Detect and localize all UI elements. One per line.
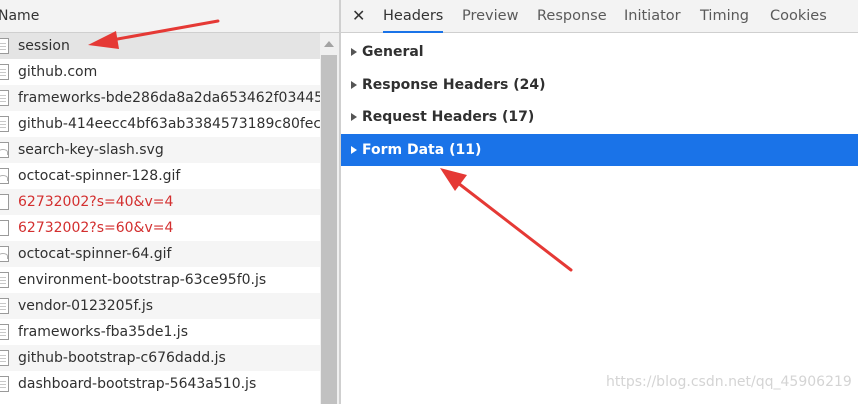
request-name: 62732002?s=60&v=4 (18, 220, 174, 236)
request-list-scrollbar[interactable] (320, 33, 339, 404)
request-name: 62732002?s=40&v=4 (18, 194, 174, 210)
request-row[interactable]: vendor-0123205f.js (0, 293, 320, 319)
request-row[interactable]: 62732002?s=40&v=4 (0, 189, 320, 215)
close-icon[interactable]: ✕ (352, 6, 365, 25)
request-row[interactable]: search-key-slash.svg (0, 137, 320, 163)
image-icon (0, 142, 9, 158)
request-row[interactable]: frameworks-fba35de1.js (0, 319, 320, 345)
section-response-headers[interactable]: Response Headers (24) (341, 69, 858, 101)
details-tab-bar: ✕ Headers Preview Response Initiator Tim… (341, 0, 858, 33)
request-name: github-414eecc4bf63ab3384573189c80fecac. (18, 116, 320, 132)
request-details-panel: ✕ Headers Preview Response Initiator Tim… (341, 0, 858, 404)
blank-file-icon (0, 220, 9, 236)
tab-cookies[interactable]: Cookies (770, 0, 827, 33)
document-icon (0, 272, 9, 288)
blank-file-icon (0, 194, 9, 210)
expand-triangle-icon (351, 113, 357, 121)
tab-preview[interactable]: Preview (462, 0, 518, 33)
request-row[interactable]: octocat-spinner-64.gif (0, 241, 320, 267)
request-name: vendor-0123205f.js (18, 298, 154, 314)
request-name: frameworks-bde286da8a2da653462f03445b9 (18, 90, 320, 106)
scroll-up-arrow-icon[interactable] (324, 41, 334, 47)
tab-timing[interactable]: Timing (700, 0, 749, 33)
name-column-label: Name (0, 8, 40, 24)
tab-initiator[interactable]: Initiator (624, 0, 681, 33)
document-icon (0, 38, 9, 54)
request-name: github-bootstrap-c676dadd.js (18, 350, 226, 366)
request-name: frameworks-fba35de1.js (18, 324, 188, 340)
request-name: search-key-slash.svg (18, 142, 164, 158)
section-general[interactable]: General (341, 36, 858, 68)
request-name: dashboard-bootstrap-5643a510.js (18, 376, 257, 392)
image-icon (0, 168, 9, 184)
document-icon (0, 64, 9, 80)
document-icon (0, 324, 9, 340)
expand-triangle-icon (351, 81, 357, 89)
watermark-text: https://blog.csdn.net/qq_45906219 (606, 374, 852, 390)
document-icon (0, 90, 9, 106)
request-row[interactable]: frameworks-bde286da8a2da653462f03445b9 (0, 85, 320, 111)
scroll-thumb[interactable] (321, 55, 337, 404)
request-row-session[interactable]: session (0, 33, 320, 59)
request-row[interactable]: github.com (0, 59, 320, 85)
request-row[interactable]: github-bootstrap-c676dadd.js (0, 345, 320, 371)
request-row[interactable]: 62732002?s=60&v=4 (0, 215, 320, 241)
section-form-data[interactable]: Form Data (11) (341, 134, 858, 166)
request-row[interactable]: environment-bootstrap-63ce95f0.js (0, 267, 320, 293)
request-row[interactable]: dashboard-bootstrap-5643a510.js (0, 371, 320, 397)
request-row[interactable]: octocat-spinner-128.gif (0, 163, 320, 189)
request-name: octocat-spinner-64.gif (18, 246, 172, 262)
request-row[interactable]: github-414eecc4bf63ab3384573189c80fecac. (0, 111, 320, 137)
request-name: github.com (18, 64, 98, 80)
request-list-panel: Name session github.com frameworks-bde28… (0, 0, 339, 404)
request-list: session github.com frameworks-bde286da8a… (0, 33, 320, 397)
document-icon (0, 376, 9, 392)
request-name: octocat-spinner-128.gif (18, 168, 181, 184)
expand-triangle-icon (351, 48, 357, 56)
expand-triangle-icon (351, 146, 357, 154)
tab-response[interactable]: Response (537, 0, 607, 33)
image-icon (0, 246, 9, 262)
request-name: session (18, 38, 70, 54)
document-icon (0, 350, 9, 366)
document-icon (0, 298, 9, 314)
tab-headers[interactable]: Headers (383, 0, 444, 33)
name-column-header[interactable]: Name (0, 0, 339, 33)
request-name: environment-bootstrap-63ce95f0.js (18, 272, 267, 288)
document-icon (0, 116, 9, 132)
section-request-headers[interactable]: Request Headers (17) (341, 101, 858, 133)
